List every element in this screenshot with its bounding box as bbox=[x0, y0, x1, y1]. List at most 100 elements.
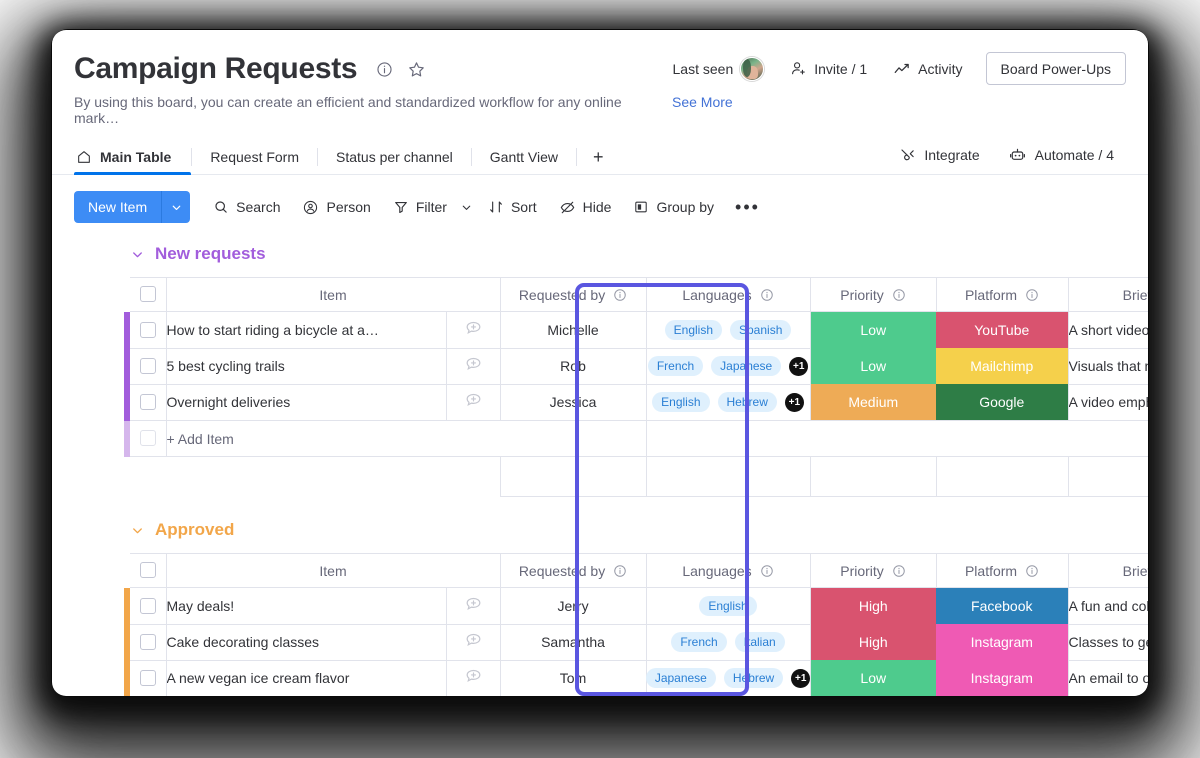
cell-requested-by[interactable]: Rob bbox=[499, 347, 647, 385]
summary-cell-languages[interactable] bbox=[645, 456, 811, 497]
chevron-down-icon[interactable] bbox=[130, 523, 145, 538]
select-all-checkbox[interactable] bbox=[139, 562, 156, 579]
cell-brief[interactable]: An email to our exit… bbox=[1067, 659, 1148, 696]
cell-priority[interactable]: High bbox=[810, 624, 937, 660]
activity-button[interactable]: Activity bbox=[880, 53, 975, 85]
table-row[interactable]: Overnight deliveries Jessica English Heb… bbox=[124, 383, 1148, 421]
board-power-ups-button[interactable]: Board Power-Ups bbox=[985, 52, 1126, 85]
cell-brief[interactable]: Classes to get our … bbox=[1067, 623, 1148, 661]
table-row[interactable]: A new vegan ice cream flavor Tom Japanes… bbox=[124, 659, 1148, 696]
cell-languages[interactable]: French Italian bbox=[645, 623, 811, 661]
language-pill[interactable]: English bbox=[664, 319, 722, 340]
language-pill[interactable]: Italian bbox=[734, 632, 785, 652]
tab-gantt-view[interactable]: Gantt View bbox=[472, 140, 576, 174]
cell-conversation[interactable] bbox=[445, 311, 501, 349]
row-checkbox-cell[interactable] bbox=[130, 311, 167, 349]
language-pill[interactable]: Hebrew bbox=[723, 668, 784, 688]
language-pill[interactable]: Hebrew bbox=[717, 392, 777, 413]
select-all-checkbox-cell[interactable] bbox=[130, 553, 167, 588]
cell-languages[interactable]: Japanese Hebrew +1 bbox=[645, 659, 811, 696]
search-button[interactable]: Search bbox=[202, 191, 291, 223]
extra-languages-badge[interactable]: +1 bbox=[784, 392, 804, 412]
table-row[interactable]: 5 best cycling trails Rob French Japanes… bbox=[124, 347, 1148, 385]
cell-languages[interactable]: English Hebrew +1 bbox=[645, 383, 811, 421]
column-header-brief[interactable]: Brief bbox=[1067, 553, 1148, 588]
table-row[interactable]: Cake decorating classes Samantha French … bbox=[124, 623, 1148, 661]
add-item-checkbox[interactable] bbox=[139, 430, 156, 447]
column-header-priority[interactable]: Priority bbox=[809, 553, 937, 588]
last-seen-control[interactable]: Last seen bbox=[660, 53, 778, 85]
cell-requested-by[interactable]: Jessica bbox=[499, 383, 647, 421]
sort-button[interactable]: Sort bbox=[477, 191, 548, 223]
summary-cell-priority[interactable] bbox=[809, 456, 937, 497]
cell-requested-by[interactable]: Tom bbox=[499, 659, 647, 696]
tab-main-table[interactable]: Main Table bbox=[74, 140, 192, 175]
cell-priority[interactable]: Low bbox=[810, 348, 937, 384]
cell-conversation[interactable] bbox=[445, 347, 501, 385]
language-pill[interactable]: English bbox=[699, 595, 757, 616]
summary-cell-requested-by[interactable] bbox=[499, 456, 647, 497]
cell-platform[interactable]: Instagram bbox=[936, 624, 1069, 660]
cell-priority[interactable]: High bbox=[810, 587, 937, 624]
add-view-button[interactable]: + bbox=[577, 140, 620, 174]
cell-item[interactable]: How to start riding a bicycle at a… bbox=[165, 311, 447, 349]
column-header-requested-by[interactable]: Requested by bbox=[499, 553, 647, 588]
tab-status-per-channel[interactable]: Status per channel bbox=[318, 140, 471, 174]
filter-button[interactable]: Filter bbox=[382, 191, 458, 223]
cell-conversation[interactable] bbox=[445, 623, 501, 661]
extra-languages-badge[interactable]: +1 bbox=[791, 668, 811, 688]
add-item-row[interactable]: + Add Item bbox=[124, 420, 1148, 457]
extra-languages-badge[interactable]: +1 bbox=[789, 356, 809, 376]
cell-requested-by[interactable]: Samantha bbox=[499, 623, 647, 661]
hide-button[interactable]: Hide bbox=[548, 191, 623, 223]
column-header-platform[interactable]: Platform bbox=[935, 277, 1069, 312]
filter-dropdown-button[interactable] bbox=[458, 201, 477, 214]
language-pill[interactable]: Japanese bbox=[711, 356, 782, 376]
cell-platform[interactable]: Mailchimp bbox=[936, 348, 1069, 384]
cell-item[interactable]: Overnight deliveries bbox=[165, 383, 447, 421]
column-header-item[interactable]: Item bbox=[165, 277, 501, 312]
cell-brief[interactable]: Visuals that makes … bbox=[1067, 347, 1148, 385]
row-checkbox[interactable] bbox=[139, 394, 156, 411]
avatar[interactable] bbox=[740, 56, 765, 81]
new-item-button-group[interactable]: New Item bbox=[74, 191, 191, 223]
row-checkbox[interactable] bbox=[139, 597, 156, 614]
chevron-down-icon[interactable] bbox=[130, 247, 145, 262]
star-icon[interactable] bbox=[405, 58, 427, 80]
row-checkbox-cell[interactable] bbox=[130, 587, 167, 625]
cell-item[interactable]: May deals! bbox=[165, 587, 447, 625]
column-header-platform[interactable]: Platform bbox=[935, 553, 1069, 588]
see-more-link[interactable]: See More bbox=[672, 94, 733, 110]
column-header-requested-by[interactable]: Requested by bbox=[499, 277, 647, 312]
language-pill[interactable]: Spanish bbox=[730, 319, 792, 340]
row-checkbox-cell[interactable] bbox=[130, 659, 167, 696]
cell-item[interactable]: A new vegan ice cream flavor bbox=[165, 659, 447, 696]
column-header-languages[interactable]: Languages bbox=[645, 553, 811, 588]
new-item-dropdown-button[interactable] bbox=[162, 191, 191, 223]
language-pill[interactable]: Japanese bbox=[645, 668, 716, 688]
cell-item[interactable]: Cake decorating classes bbox=[165, 623, 447, 661]
group-title[interactable]: New requests bbox=[155, 244, 266, 264]
cell-priority[interactable]: Low bbox=[810, 660, 937, 696]
table-row[interactable]: May deals! Jerry English High Facebook A… bbox=[124, 587, 1148, 625]
summary-cell-brief[interactable] bbox=[1067, 456, 1148, 497]
cell-requested-by[interactable]: Michelle bbox=[499, 311, 647, 349]
cell-languages[interactable]: English bbox=[645, 587, 811, 625]
more-options-button[interactable]: ••• bbox=[725, 198, 770, 216]
language-pill[interactable]: French bbox=[647, 356, 704, 376]
automate-button[interactable]: Automate / 4 bbox=[996, 140, 1126, 170]
cell-languages[interactable]: English Spanish bbox=[645, 311, 811, 349]
person-button[interactable]: Person bbox=[291, 191, 381, 223]
column-header-languages[interactable]: Languages bbox=[645, 277, 811, 312]
row-checkbox[interactable] bbox=[139, 669, 156, 686]
info-icon[interactable] bbox=[373, 58, 395, 80]
row-checkbox[interactable] bbox=[139, 357, 156, 374]
row-checkbox-cell[interactable] bbox=[130, 347, 167, 385]
cell-platform[interactable]: Facebook bbox=[936, 587, 1069, 624]
summary-cell-platform[interactable] bbox=[935, 456, 1069, 497]
invite-button[interactable]: Invite / 1 bbox=[777, 53, 880, 85]
cell-item[interactable]: 5 best cycling trails bbox=[165, 347, 447, 385]
select-all-checkbox-cell[interactable] bbox=[130, 277, 167, 312]
cell-conversation[interactable] bbox=[445, 587, 501, 625]
cell-requested-by[interactable]: Jerry bbox=[499, 587, 647, 625]
